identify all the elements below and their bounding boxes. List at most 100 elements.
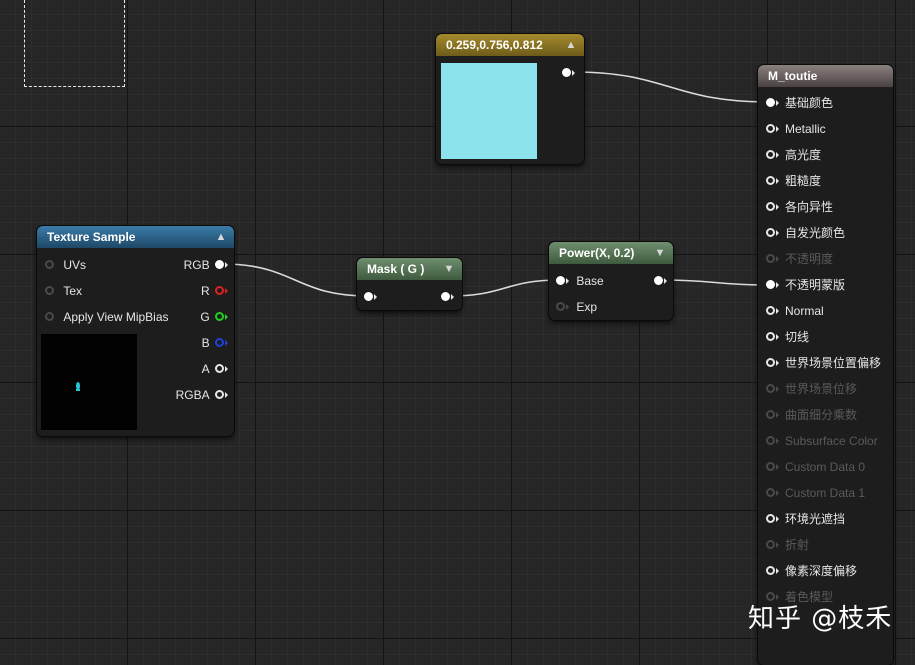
- output-pin-icon[interactable]: [215, 312, 224, 322]
- input-pin-icon[interactable]: [45, 312, 54, 322]
- pin-arrow-icon: [664, 277, 667, 284]
- material-input-pin[interactable]: 世界场景位移: [766, 375, 857, 401]
- collapse-arrow-icon[interactable]: ▲: [564, 38, 578, 52]
- pin-arrow-icon: [776, 515, 779, 522]
- pin-arrow-icon: [776, 463, 779, 470]
- pin-arrow-icon: [776, 385, 779, 392]
- material-input-pin[interactable]: Subsurface Color: [766, 427, 878, 453]
- material-input-pin[interactable]: 像素深度偏移: [766, 557, 857, 583]
- output-pin-b[interactable]: B: [202, 329, 228, 355]
- material-input-pin[interactable]: Metallic: [766, 115, 826, 141]
- input-pin-icon[interactable]: [766, 306, 775, 316]
- input-pin-icon[interactable]: [766, 410, 775, 420]
- output-pin-g[interactable]: G: [200, 303, 228, 329]
- material-input-pin[interactable]: 折射: [766, 531, 809, 557]
- input-pin-uvs[interactable]: UVs: [45, 251, 86, 277]
- pin-label: 像素深度偏移: [785, 563, 858, 578]
- selection-marquee: [24, 0, 125, 87]
- input-pin-icon[interactable]: [766, 228, 775, 238]
- material-input-pin[interactable]: 各向异性: [766, 193, 833, 219]
- output-pin-icon[interactable]: [215, 260, 224, 270]
- material-input-pin[interactable]: 曲面细分乘数: [766, 401, 857, 427]
- input-pin-icon[interactable]: [766, 514, 775, 524]
- material-node-title: M_toutie: [768, 69, 818, 83]
- output-pin-rgba[interactable]: RGBA: [176, 381, 228, 407]
- power-output-pin[interactable]: [654, 267, 667, 293]
- material-input-pin[interactable]: 世界场景位置偏移: [766, 349, 881, 375]
- power-node[interactable]: Power(X, 0.2) ▼ Base Exp: [549, 242, 673, 320]
- material-node-header[interactable]: M_toutie: [758, 65, 893, 87]
- output-pin-icon[interactable]: [562, 68, 571, 78]
- pin-label: 不透明度: [785, 251, 834, 266]
- pin-label: 各向异性: [785, 199, 834, 214]
- collapse-arrow-icon[interactable]: ▼: [653, 246, 667, 260]
- input-pin-icon[interactable]: [556, 276, 565, 286]
- pin-arrow-icon: [776, 99, 779, 106]
- color-output-pin-row[interactable]: [562, 59, 575, 85]
- input-pin-icon[interactable]: [45, 286, 54, 296]
- material-input-pin[interactable]: 基础颜色: [766, 89, 833, 115]
- input-pin-icon[interactable]: [364, 292, 373, 302]
- output-pin-icon[interactable]: [215, 338, 224, 348]
- output-pin-icon[interactable]: [215, 364, 224, 374]
- mask-node-header[interactable]: Mask ( G ) ▼: [357, 258, 462, 280]
- input-pin-icon[interactable]: [45, 260, 54, 270]
- material-input-pin[interactable]: 高光度: [766, 141, 821, 167]
- output-pin-rgb[interactable]: RGB: [184, 251, 228, 277]
- mask-output-pin[interactable]: [441, 283, 454, 309]
- material-input-pin[interactable]: 切线: [766, 323, 809, 349]
- power-input-exp[interactable]: Exp: [556, 293, 597, 319]
- input-pin-icon[interactable]: [556, 302, 565, 312]
- input-pin-tex[interactable]: Tex: [45, 277, 82, 303]
- material-input-pin[interactable]: 不透明蒙版: [766, 271, 845, 297]
- material-input-pin[interactable]: 自发光颜色: [766, 219, 845, 245]
- pin-arrow-icon: [776, 229, 779, 236]
- input-pin-icon[interactable]: [766, 488, 775, 498]
- mask-node[interactable]: Mask ( G ) ▼: [357, 258, 462, 310]
- input-pin-icon[interactable]: [766, 332, 775, 342]
- pin-arrow-icon: [776, 307, 779, 314]
- collapse-arrow-icon[interactable]: ▲: [214, 230, 228, 244]
- material-input-pin[interactable]: 粗糙度: [766, 167, 821, 193]
- input-pin-icon[interactable]: [766, 540, 775, 550]
- output-pin-r[interactable]: R: [201, 277, 228, 303]
- input-pin-mipbias[interactable]: Apply View MipBias: [45, 303, 169, 329]
- pin-label: Metallic: [785, 121, 826, 136]
- input-pin-icon[interactable]: [766, 202, 775, 212]
- material-input-pin[interactable]: 不透明度: [766, 245, 833, 271]
- input-pin-icon[interactable]: [766, 254, 775, 264]
- output-pin-icon[interactable]: [654, 276, 663, 286]
- material-result-node[interactable]: M_toutie 基础颜色 Metallic 高光度粗糙度各向异性自发光颜色不透明度…: [758, 65, 893, 665]
- input-pin-icon[interactable]: [766, 176, 775, 186]
- output-pin-a[interactable]: A: [202, 355, 228, 381]
- input-pin-icon[interactable]: [766, 280, 775, 290]
- pin-arrow-icon: [776, 203, 779, 210]
- pin-label: 粗糙度: [785, 173, 822, 188]
- collapse-arrow-icon[interactable]: ▼: [442, 262, 456, 276]
- output-pin-icon[interactable]: [441, 292, 450, 302]
- output-pin-icon[interactable]: [215, 390, 224, 400]
- input-pin-icon[interactable]: [766, 124, 775, 134]
- input-pin-icon[interactable]: [766, 150, 775, 160]
- material-input-pin[interactable]: Custom Data 1: [766, 479, 865, 505]
- material-input-pin[interactable]: 环境光遮挡: [766, 505, 845, 531]
- material-input-pin[interactable]: Normal: [766, 297, 824, 323]
- input-pin-icon[interactable]: [766, 436, 775, 446]
- color-node-header[interactable]: 0.259,0.756,0.812 ▲: [436, 34, 584, 56]
- constant-color-node[interactable]: 0.259,0.756,0.812 ▲: [436, 34, 584, 164]
- input-pin-icon[interactable]: [766, 462, 775, 472]
- material-input-pin[interactable]: Custom Data 0: [766, 453, 865, 479]
- pin-arrow-icon: [776, 437, 779, 444]
- power-input-base[interactable]: Base: [556, 267, 604, 293]
- texture-sample-header[interactable]: Texture Sample ▲: [37, 226, 234, 248]
- output-pin-icon[interactable]: [215, 286, 224, 296]
- input-pin-icon[interactable]: [766, 384, 775, 394]
- texture-sample-node[interactable]: Texture Sample ▲ UVs Tex Apply View MipB…: [37, 226, 234, 436]
- input-pin-icon[interactable]: [766, 358, 775, 368]
- power-node-header[interactable]: Power(X, 0.2) ▼: [549, 242, 673, 264]
- input-pin-icon[interactable]: [766, 98, 775, 108]
- color-swatch: [441, 63, 537, 159]
- input-pin-icon[interactable]: [766, 566, 775, 576]
- mask-input-pin[interactable]: [364, 283, 377, 309]
- pin-label: B: [201, 335, 210, 350]
